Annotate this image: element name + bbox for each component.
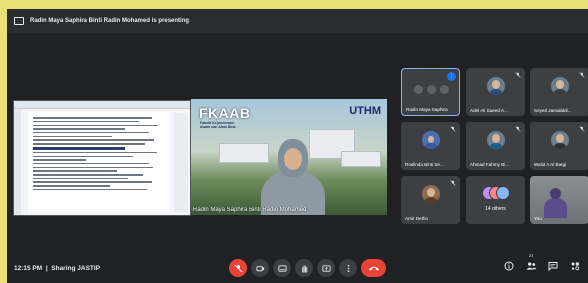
more-options-button[interactable] <box>339 259 357 277</box>
participant-tile[interactable]: Roslinda Binti Se... <box>401 122 460 170</box>
others-count: 14 others <box>485 206 506 212</box>
people-button[interactable]: 23 <box>524 253 538 273</box>
participant-name: Radin Maya Saphira <box>406 107 448 112</box>
avatar <box>421 185 440 203</box>
participant-tile[interactable]: Adel Ali Saeed A... <box>466 68 525 116</box>
participant-name: Amir Detho <box>405 216 428 221</box>
mic-off-icon <box>579 72 585 78</box>
participant-name: Ahmad Fahmy Bi... <box>470 162 510 167</box>
faculty-name: Fakulti Kejuruteraan Awam dan Alam Bina <box>200 121 236 129</box>
participant-name: Seyed Jamalaldi... <box>534 108 572 113</box>
participant-name: Walid A Al Bargi <box>534 162 567 167</box>
captions-icon <box>277 264 287 272</box>
mic-off-icon <box>234 264 242 272</box>
mic-off-icon <box>579 126 585 132</box>
speaking-indicator-icon: ⋮ <box>447 72 456 81</box>
others-avatars <box>481 186 510 202</box>
shared-screen[interactable] <box>13 100 191 216</box>
document-side-panel <box>174 113 188 212</box>
meeting-window: Radin Maya Saphira Binti Radin Mohamed i… <box>7 9 588 283</box>
more-vert-icon <box>347 264 349 272</box>
campus-building <box>219 143 269 163</box>
captions-button[interactable] <box>273 259 291 277</box>
present-screen-icon <box>14 17 24 25</box>
document-ruler <box>14 109 21 215</box>
participant-tile[interactable]: Ahmad Fahmy Bi... <box>466 122 525 170</box>
participant-name: Roslinda Binti Se... <box>405 162 444 167</box>
mute-icon[interactable] <box>426 85 436 94</box>
meeting-info: 12:15 PM | Sharing JASTIP <box>14 265 100 272</box>
avatar <box>421 131 440 149</box>
participant-tile[interactable]: Seyed Jamalaldi... <box>530 68 588 116</box>
participant-tile[interactable]: ⋮ Radin Maya Saphira <box>401 68 460 116</box>
present-button[interactable] <box>317 259 335 277</box>
avatar <box>486 131 505 149</box>
activities-button[interactable] <box>568 259 582 273</box>
others-tile[interactable]: 14 others <box>466 176 525 224</box>
present-screen-icon <box>321 264 331 272</box>
pin-icon[interactable] <box>413 85 423 94</box>
hand-icon <box>301 264 307 273</box>
meeting-time: 12:15 PM <box>14 264 43 272</box>
participant-count: 23 <box>528 253 534 258</box>
remove-icon[interactable] <box>439 85 449 94</box>
document-ribbon <box>14 101 190 109</box>
mic-off-icon <box>515 126 521 132</box>
document-page <box>28 112 170 212</box>
self-video <box>544 188 567 218</box>
participant-name: You <box>534 216 542 221</box>
camera-toggle-button[interactable] <box>251 259 269 277</box>
participant-tile[interactable]: Amir Detho <box>401 176 460 224</box>
call-controls <box>229 259 386 277</box>
raise-hand-button[interactable] <box>295 259 313 277</box>
avatar <box>550 131 569 149</box>
speaker-face <box>284 148 302 170</box>
participant-tile[interactable]: Walid A Al Bargi <box>530 122 588 170</box>
side-tools: 23 <box>502 253 582 273</box>
leave-call-button[interactable] <box>361 259 386 277</box>
hang-up-icon <box>368 266 379 271</box>
avatar <box>550 77 569 95</box>
mic-off-icon <box>450 180 456 186</box>
info-icon <box>504 261 514 271</box>
speaker-name: Radin Maya Saphira Binti Radin Mohamed <box>193 207 307 213</box>
uthm-logo: UTHM <box>349 105 381 117</box>
fkaab-logo: FKAAB <box>199 105 251 121</box>
meeting-details-button[interactable] <box>502 259 516 273</box>
presenting-banner: Radin Maya Saphira Binti Radin Mohamed i… <box>7 9 588 33</box>
chat-button[interactable] <box>546 259 560 273</box>
chat-icon <box>548 262 558 271</box>
mic-off-icon <box>450 126 456 132</box>
separator: | <box>45 264 48 272</box>
bottom-bar: 12:15 PM | Sharing JASTIP 23 <box>7 253 588 283</box>
activities-icon <box>571 262 580 271</box>
presenting-text: Radin Maya Saphira Binti Radin Mohamed i… <box>30 18 190 24</box>
people-icon <box>525 262 537 270</box>
mic-off-icon <box>515 72 521 78</box>
meeting-code: Sharing JASTIP <box>51 264 101 272</box>
self-view-tile[interactable]: You <box>530 176 588 224</box>
tile-controls <box>413 85 449 94</box>
participant-name: Adel Ali Saeed A... <box>470 108 508 113</box>
campus-building <box>341 151 381 167</box>
main-speaker-video[interactable]: FKAAB Fakulti Kejuruteraan Awam dan Alam… <box>191 99 387 215</box>
avatar <box>486 77 505 95</box>
camera-icon <box>255 265 264 271</box>
mic-toggle-button[interactable] <box>229 259 247 277</box>
